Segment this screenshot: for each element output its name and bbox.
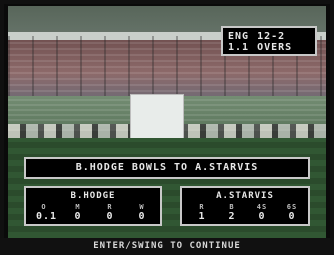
bowler-stat-runs: R 0 [102, 203, 118, 222]
stat-value: 0 [288, 211, 296, 222]
stat-value: 1 [198, 211, 206, 222]
team-score: 12-2 [257, 31, 286, 42]
score-overs-panel: ENG 12-2 1.1 OVERS [221, 26, 317, 56]
stat-label: O [41, 203, 47, 211]
bowler-stat-overs: O 0.1 [36, 203, 58, 222]
stat-value: 0.1 [36, 211, 58, 222]
batsman-stat-fours: 4S 0 [254, 203, 270, 222]
stat-label: B [229, 203, 235, 211]
stat-label: W [139, 203, 145, 211]
stat-label: R [107, 203, 113, 211]
continue-prompt[interactable]: ENTER/SWING TO CONTINUE [0, 238, 334, 254]
bowler-stats-box: B.HODGE O 0.1 M 0 R 0 W 0 [24, 186, 162, 226]
stat-label: 6S [286, 203, 298, 211]
batsman-stat-runs: R 1 [194, 203, 210, 222]
stat-value: 0 [138, 211, 146, 222]
batsman-stat-sixes: 6S 0 [284, 203, 300, 222]
overs-count: 1.1 [228, 42, 250, 53]
stat-value: 2 [228, 211, 236, 222]
bowler-stat-maidens: M 0 [70, 203, 86, 222]
team-name: ENG [228, 31, 250, 42]
continue-prompt-text: ENTER/SWING TO CONTINUE [93, 241, 241, 251]
batsman-stat-balls: B 2 [224, 203, 240, 222]
stat-value: 0 [106, 211, 114, 222]
bowler-name: B.HODGE [70, 191, 116, 201]
stat-label: R [199, 203, 205, 211]
stat-label: 4S [256, 203, 268, 211]
bowler-stat-wickets: W 0 [134, 203, 150, 222]
delivery-banner-text: B.HODGE BOWLS TO A.STARVIS [75, 162, 259, 173]
batsman-stats-box: A.STARVIS R 1 B 2 4S 0 6S 0 [180, 186, 310, 226]
overs-label: OVERS [257, 42, 293, 53]
delivery-banner: B.HODGE BOWLS TO A.STARVIS [24, 157, 310, 179]
stat-value: 0 [74, 211, 82, 222]
batsman-name: A.STARVIS [216, 191, 274, 201]
stat-label: M [75, 203, 81, 211]
stat-value: 0 [258, 211, 266, 222]
